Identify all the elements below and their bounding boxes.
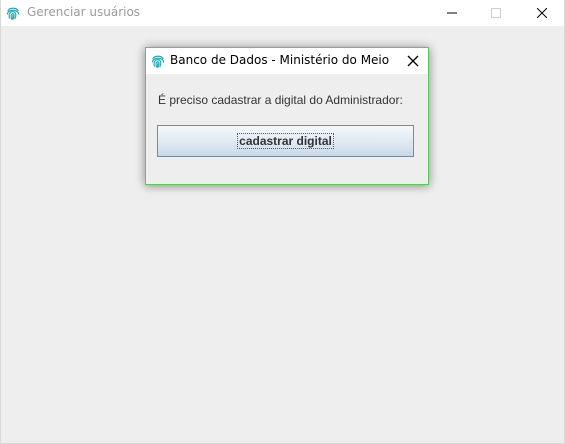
dialog-window: Banco de Dados - Ministério do Meio A...… [145, 47, 429, 185]
close-icon [407, 55, 419, 67]
main-titlebar[interactable]: Gerenciar usuários [1, 0, 564, 26]
main-window: Gerenciar usuários Banco de Dados - Mini… [0, 0, 565, 444]
dialog-title: Banco de Dados - Ministério do Meio A... [170, 53, 390, 67]
dialog-titlebar[interactable]: Banco de Dados - Ministério do Meio A... [146, 48, 428, 74]
main-window-title: Gerenciar usuários [27, 5, 141, 19]
register-fingerprint-button-label: cadastrar digital [237, 133, 334, 149]
fingerprint-icon [150, 53, 166, 69]
register-fingerprint-button[interactable]: cadastrar digital [157, 125, 414, 157]
maximize-button[interactable] [474, 0, 518, 26]
minimize-button[interactable] [430, 0, 474, 26]
dialog-message: É preciso cadastrar a digital do Adminis… [158, 93, 403, 107]
dialog-close-button[interactable] [398, 48, 428, 74]
minimize-icon [447, 12, 457, 14]
close-button[interactable] [520, 0, 564, 26]
fingerprint-icon [5, 5, 21, 21]
maximize-icon [491, 8, 501, 18]
close-icon [537, 8, 547, 18]
